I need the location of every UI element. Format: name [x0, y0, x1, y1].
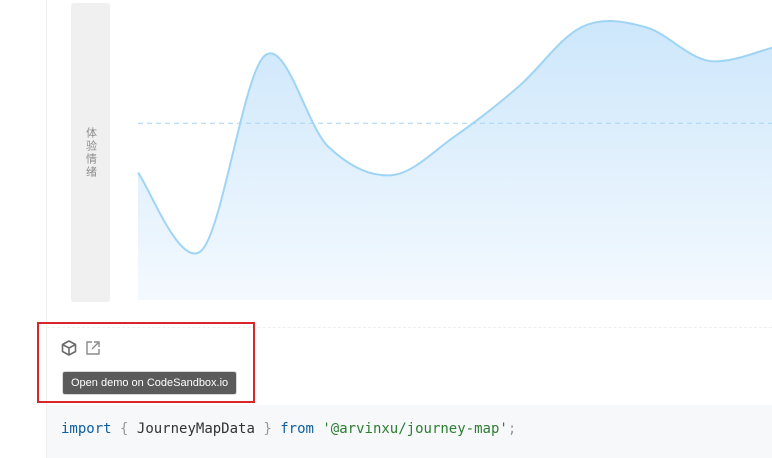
code-module-string: '@arvinxu/journey-map'	[322, 421, 508, 437]
code-keyword-import: import	[61, 421, 112, 437]
code-semicolon: ;	[507, 421, 517, 437]
highlight-box	[37, 322, 255, 403]
code-block: import { JourneyMapData } from '@arvinxu…	[47, 405, 772, 458]
code-brace-close: }	[263, 421, 272, 437]
code-line: import { JourneyMapData } from '@arvinxu…	[61, 421, 516, 437]
code-brace-open: {	[120, 421, 129, 437]
code-keyword-from: from	[280, 421, 314, 437]
emotion-area	[138, 21, 772, 300]
emotion-curve-chart	[137, 20, 772, 300]
code-identifier: JourneyMapData	[136, 421, 255, 437]
